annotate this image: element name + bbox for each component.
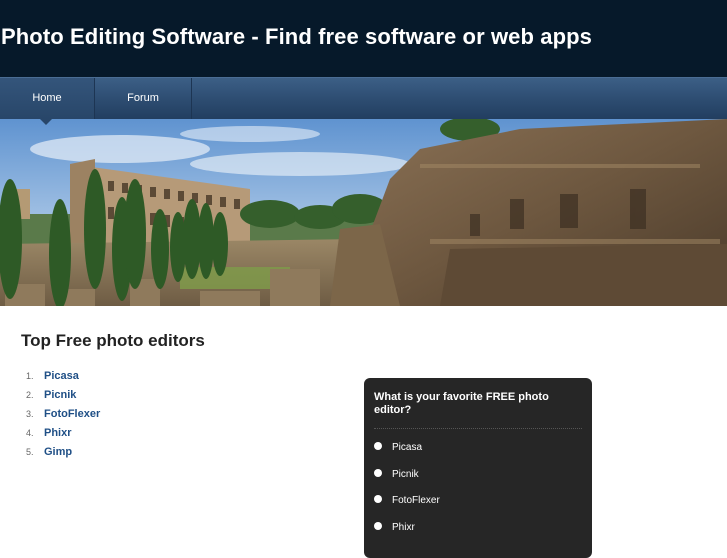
poll-option-label: Picasa <box>392 442 423 453</box>
poll-question: What is your favorite FREE photo editor? <box>374 391 549 416</box>
list-item: 5. Gimp <box>26 444 100 463</box>
poll-option-phixr[interactable]: Phixr <box>374 520 415 536</box>
list-item: 3. FotoFlexer <box>26 406 100 425</box>
section-title: Top Free photo editors <box>21 331 205 350</box>
main-nav: Home Forum <box>0 77 727 119</box>
list-number: 5. <box>26 447 34 457</box>
list-item: 4. Phixr <box>26 425 100 444</box>
poll-option-label: Phixr <box>392 522 415 533</box>
active-nav-indicator <box>39 118 53 125</box>
list-number: 2. <box>26 390 34 400</box>
list-number: 4. <box>26 428 34 438</box>
poll-option-fotoflexer[interactable]: FotoFlexer <box>374 493 440 509</box>
editor-link-picasa[interactable]: Picasa <box>44 370 79 382</box>
list-number: 3. <box>26 409 34 419</box>
poll-divider <box>374 428 582 429</box>
poll-option-label: FotoFlexer <box>392 495 440 506</box>
colosseum-photo-icon <box>0 119 727 306</box>
poll-widget: What is your favorite FREE photo editor?… <box>364 378 592 558</box>
list-item: 2. Picnik <box>26 387 100 406</box>
editor-list: 1. Picasa 2. Picnik 3. FotoFlexer 4. Phixr 5… <box>26 368 100 463</box>
nav-item-home[interactable]: Home <box>0 78 95 119</box>
radio-button-icon[interactable] <box>374 469 382 478</box>
radio-button-icon[interactable] <box>374 522 382 531</box>
site-title[interactable]: Photo Editing Software - Find free softw… <box>1 24 592 50</box>
editor-link-picnik[interactable]: Picnik <box>44 389 76 401</box>
editor-link-phixr[interactable]: Phixr <box>44 427 72 439</box>
site-header: Photo Editing Software - Find free softw… <box>0 0 727 77</box>
poll-option-picasa[interactable]: Picasa <box>374 440 422 456</box>
radio-button-icon[interactable] <box>374 442 382 451</box>
editor-link-fotoflexer[interactable]: FotoFlexer <box>44 408 100 420</box>
nav-item-forum[interactable]: Forum <box>95 78 192 119</box>
poll-option-picnik[interactable]: Picnik <box>374 467 419 483</box>
editor-link-gimp[interactable]: Gimp <box>44 446 72 458</box>
list-item: 1. Picasa <box>26 368 100 387</box>
list-number: 1. <box>26 371 34 381</box>
banner-image <box>0 119 727 306</box>
poll-option-label: Picnik <box>392 469 419 480</box>
radio-button-icon[interactable] <box>374 495 382 504</box>
